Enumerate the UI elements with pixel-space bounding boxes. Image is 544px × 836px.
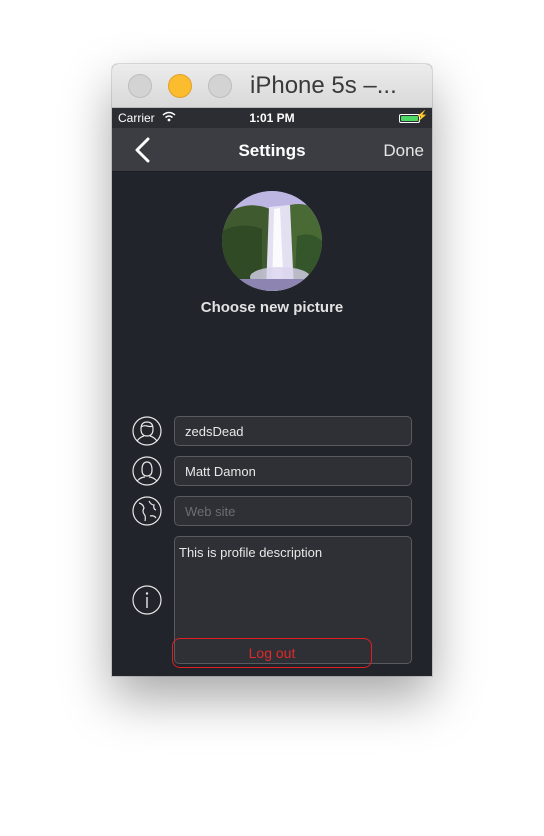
globe-icon (132, 496, 162, 526)
done-button[interactable]: Done (383, 141, 424, 161)
user-icon (132, 416, 162, 446)
zoom-window-button[interactable] (208, 74, 232, 98)
profile-avatar[interactable] (222, 191, 322, 291)
website-field[interactable]: Web site (174, 496, 412, 526)
username-field[interactable]: zedsDead (174, 416, 412, 446)
choose-picture-button[interactable]: Choose new picture (112, 299, 432, 316)
info-icon (132, 585, 162, 615)
logout-button[interactable]: Log out (172, 638, 372, 668)
waterfall-picture (222, 191, 322, 291)
settings-content: Choose new picture zedsDead Matt Damon W… (112, 172, 432, 676)
person-icon (132, 456, 162, 486)
simulator-window: iPhone 5s –... Carrier 1:01 PM ⚡ Setting… (112, 64, 432, 676)
close-window-button[interactable] (128, 74, 152, 98)
minimize-window-button[interactable] (168, 74, 192, 98)
charging-bolt-icon: ⚡ (415, 111, 428, 122)
window-title: iPhone 5s –... (250, 72, 397, 99)
navigation-bar: Settings Done (112, 128, 432, 172)
status-time: 1:01 PM (249, 111, 295, 125)
window-titlebar: iPhone 5s –... (112, 64, 432, 108)
status-bar: Carrier 1:01 PM ⚡ (112, 108, 432, 128)
full-name-field[interactable]: Matt Damon (174, 456, 412, 486)
